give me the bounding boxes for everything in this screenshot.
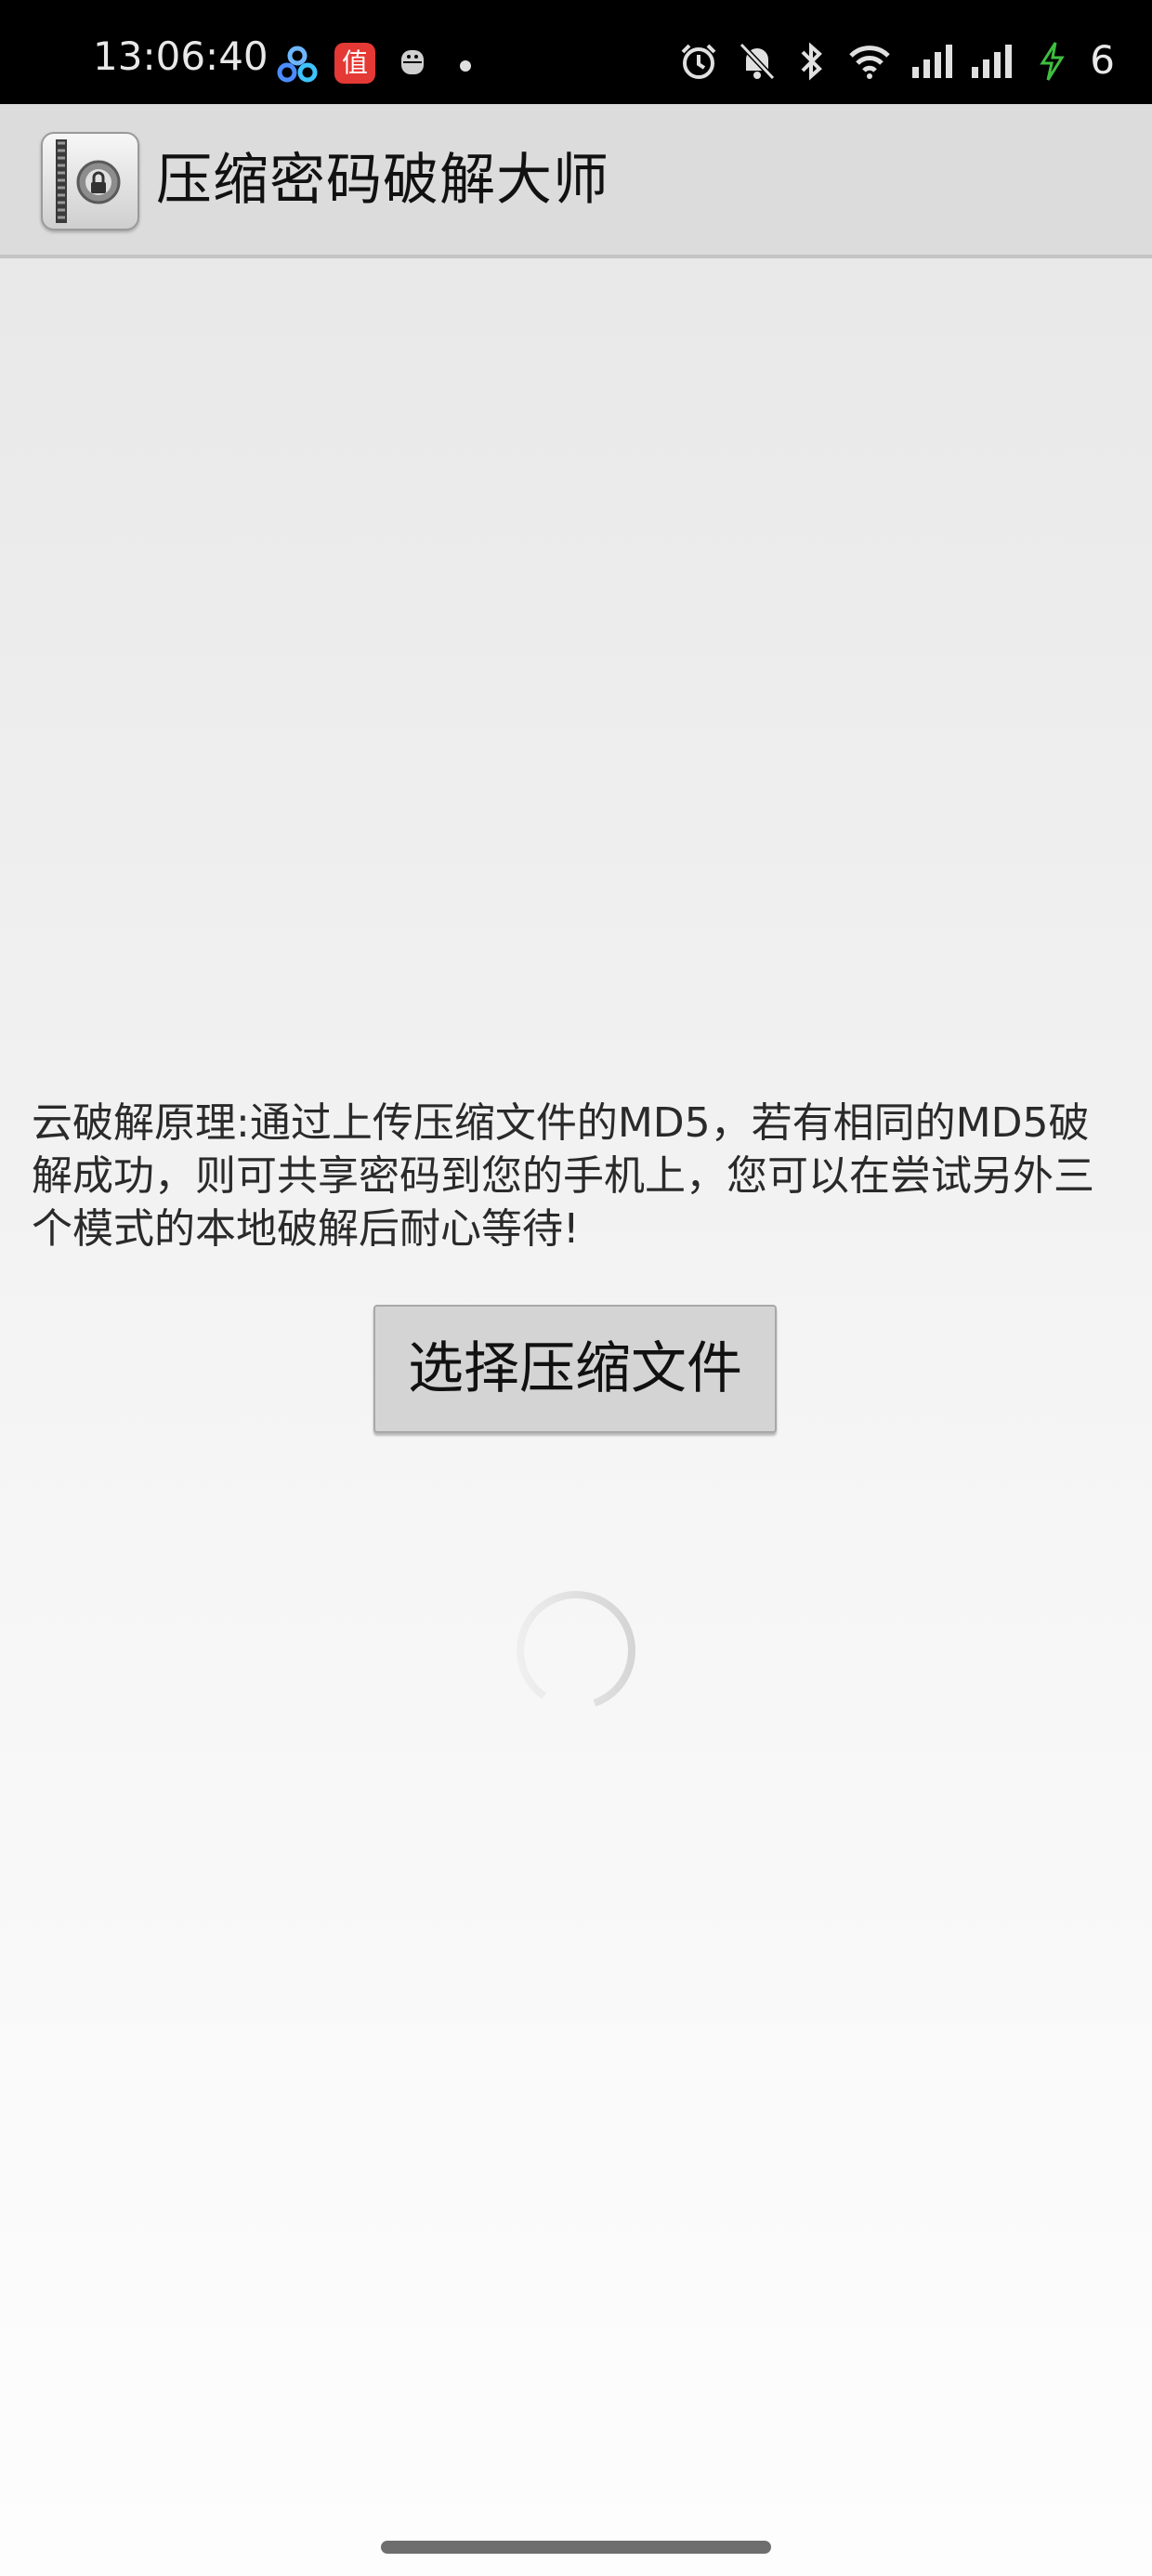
alarm-icon xyxy=(681,44,716,79)
zhi-app-glyph: 值 xyxy=(341,47,368,78)
charging-icon xyxy=(1040,42,1065,81)
select-archive-button[interactable]: 选择压缩文件 xyxy=(373,1305,777,1433)
battery-level: 6 xyxy=(1090,37,1115,83)
cloud-crack-description: 云破解原理:通过上传压缩文件的MD5，若有相同的MD5破解成功，则可共享密码到您… xyxy=(32,1099,1094,1253)
zhi-app-icon: 值 xyxy=(334,43,375,84)
baidu-netdisk-icon xyxy=(277,46,318,83)
home-indicator[interactable] xyxy=(381,2541,771,2554)
bluetooth-icon xyxy=(801,42,822,81)
signal-icon-2 xyxy=(972,45,1012,78)
archive-lock-graphic xyxy=(56,139,121,223)
mute-icon xyxy=(739,42,776,81)
archive-lock-icon xyxy=(41,132,139,230)
dot-icon xyxy=(460,60,471,72)
app-title: 压缩密码破解大师 xyxy=(156,148,609,213)
wifi-icon xyxy=(849,46,890,79)
android-bug-icon xyxy=(401,50,424,74)
status-time: 13:06:40 xyxy=(93,33,268,79)
signal-icon xyxy=(912,45,952,78)
spinner-icon xyxy=(517,1591,635,1710)
status-bar: 13:06:40 值 6 xyxy=(0,0,1152,104)
action-bar: 压缩密码破解大师 xyxy=(0,104,1152,258)
